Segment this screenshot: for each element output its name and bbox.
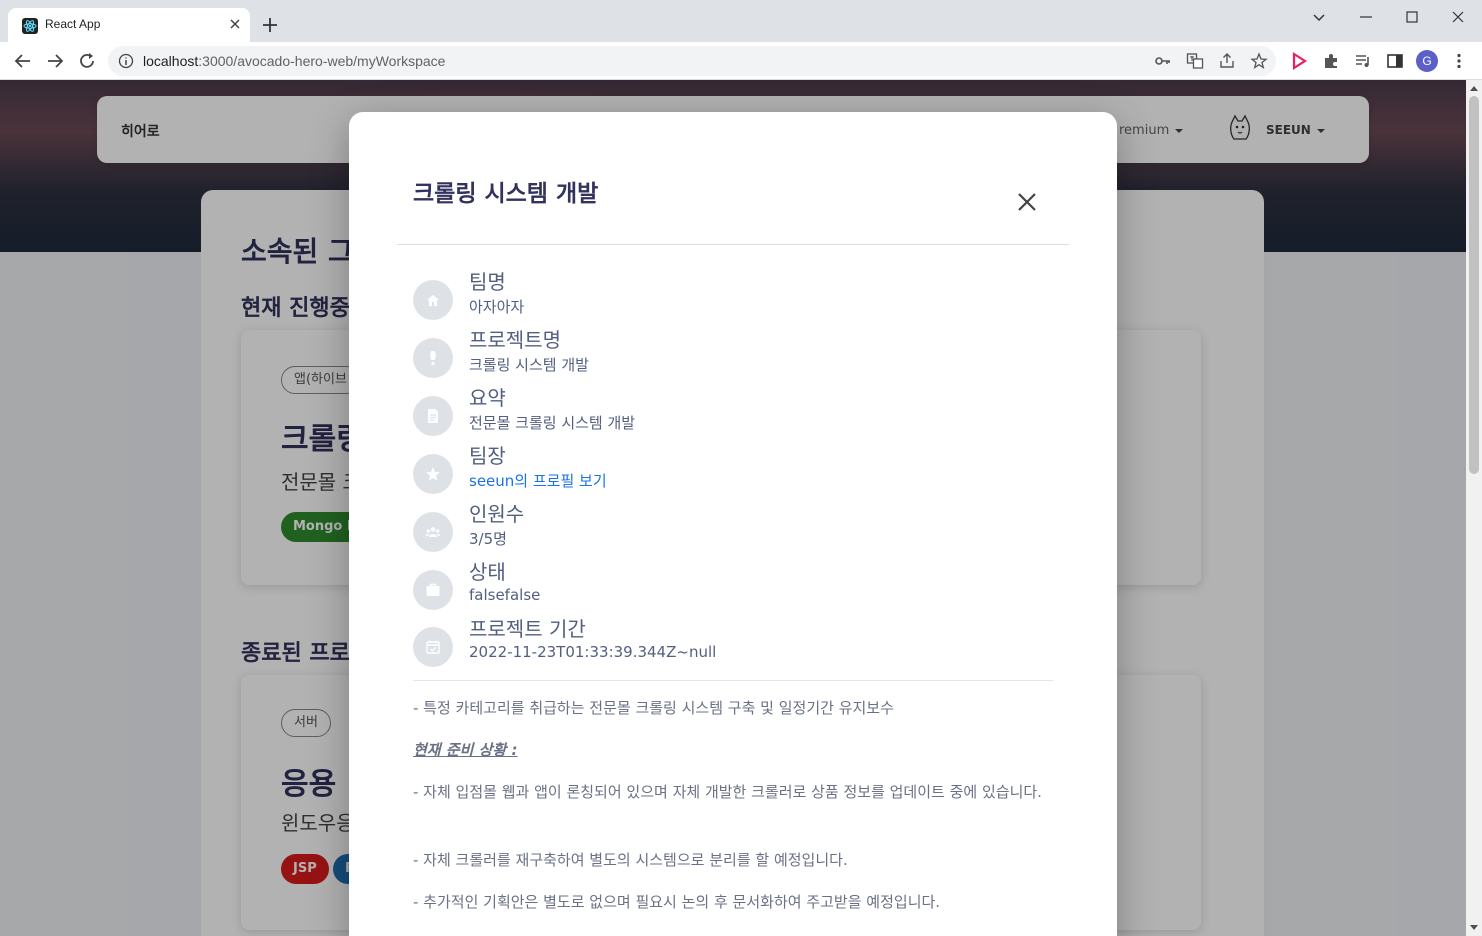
reload-icon[interactable] [76,50,98,72]
forward-arrow-icon[interactable] [44,50,66,72]
info-label: 상태 [469,560,506,584]
key-icon[interactable] [1154,52,1172,70]
browser-tabstrip: React App [0,0,1482,42]
profile-avatar[interactable]: G [1416,50,1438,72]
description-heading: 현재 준비 상황 : [413,741,518,759]
info-value: 전문몰 크롤링 시스템 개발 [469,414,636,432]
description-paragraph: - 자체 크롤러를 재구축하여 별도의 시스템으로 분리를 할 예정입니다. [413,851,848,869]
minimize-icon[interactable] [1355,6,1377,28]
browser-toolbar: localhost:3000/avocado-hero-web/myWorksp… [0,42,1482,80]
info-label: 팀명 [469,270,506,294]
tab-search-chevron-icon[interactable] [1308,6,1330,28]
page-viewport: 히어로 remium SEEUN 소속된 그 현재 진행중 앱(하이브 크롤링 … [0,80,1466,936]
media-play-extension-icon[interactable] [1290,52,1308,70]
calendar-icon [413,627,453,667]
back-arrow-icon[interactable] [12,50,34,72]
info-value: falsefalse [469,586,541,604]
info-row-team-name: 팀명 아자아자 [413,270,1053,330]
tab-title: React App [45,17,101,31]
tab-close-icon[interactable] [226,15,244,33]
home-icon [413,280,453,320]
project-detail-modal: 크롤링 시스템 개발 팀명 아자아자 프로젝트명 크롤링 시스템 개발 요약 전… [349,112,1117,936]
info-row-members: 인원수 3/5명 [413,502,1053,562]
info-value: 2022-11-23T01:33:39.344Z~null [469,643,717,661]
react-favicon-icon [22,18,38,34]
translate-icon[interactable] [1186,52,1204,70]
exclamation-icon [413,338,453,378]
address-bar[interactable]: localhost:3000/avocado-hero-web/myWorksp… [108,46,1276,76]
description-paragraph: - 추가적인 기획안은 별도로 없으며 필요시 논의 후 문서화하여 주고받을 … [413,893,941,911]
window-close-icon[interactable] [1447,6,1469,28]
url-text[interactable]: localhost:3000/avocado-hero-web/myWorksp… [143,53,445,69]
site-info-icon[interactable] [118,53,134,69]
modal-title: 크롤링 시스템 개발 [413,181,599,207]
briefcase-icon [413,570,453,610]
divider [413,680,1053,681]
share-icon[interactable] [1218,52,1236,70]
close-icon[interactable] [1015,190,1039,214]
scroll-thumb[interactable] [1469,96,1479,474]
info-row-leader: 팀장 seeun의 프로필 보기 [413,444,1053,504]
info-label: 프로젝트명 [469,328,561,352]
description-paragraph: - 특정 카테고리를 취급하는 전문몰 크롤링 시스템 구축 및 일정기간 유지… [413,699,894,717]
maximize-icon[interactable] [1401,6,1423,28]
star-icon [413,454,453,494]
extensions-puzzle-icon[interactable] [1322,52,1340,70]
page-scrollbar[interactable] [1466,80,1482,936]
side-panel-icon[interactable] [1386,52,1404,70]
document-icon [413,396,453,436]
browser-tab[interactable]: React App [8,8,250,42]
people-icon [413,512,453,552]
leader-profile-link[interactable]: seeun의 프로필 보기 [469,470,607,491]
info-label: 프로젝트 기간 [469,617,586,641]
bookmark-star-icon[interactable] [1250,52,1268,70]
info-row-summary: 요약 전문몰 크롤링 시스템 개발 [413,386,1053,446]
description-paragraph: - 자체 입점몰 웹과 앱이 론칭되어 있으며 자체 개발한 크롤러로 상품 정… [413,783,1042,801]
info-label: 팀장 [469,444,506,468]
info-label: 요약 [469,386,506,410]
divider [397,244,1069,245]
info-value: 아자아자 [469,298,525,316]
info-row-period: 프로젝트 기간 2022-11-23T01:33:39.344Z~null [413,617,1053,677]
scroll-up-arrow-icon[interactable] [1470,86,1478,91]
kebab-menu-icon[interactable] [1450,52,1468,70]
info-row-project-name: 프로젝트명 크롤링 시스템 개발 [413,328,1053,388]
scroll-down-arrow-icon[interactable] [1470,925,1478,930]
info-label: 인원수 [469,502,525,526]
info-value: 3/5명 [469,530,507,548]
new-tab-icon[interactable] [260,15,280,35]
info-row-status: 상태 falsefalse [413,560,1053,620]
info-value: 크롤링 시스템 개발 [469,356,589,374]
media-control-icon[interactable] [1354,52,1372,70]
